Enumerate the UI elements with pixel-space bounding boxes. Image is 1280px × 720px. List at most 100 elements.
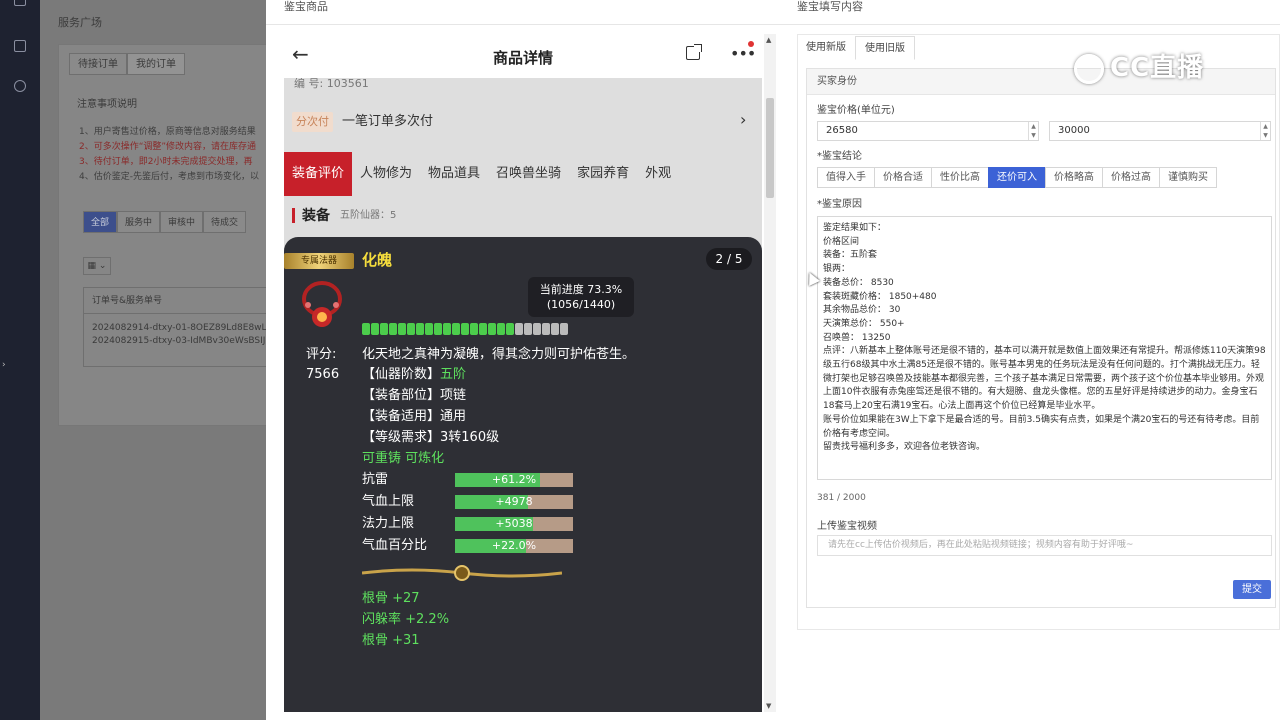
bg-page-title: 服务广场 bbox=[58, 16, 102, 29]
progress-segment bbox=[362, 323, 370, 335]
conclusion-option[interactable]: 值得入手 bbox=[817, 167, 875, 188]
stat-bar: +61.2% bbox=[455, 473, 573, 487]
bg-tab-my-orders[interactable]: 我的订单 bbox=[127, 53, 185, 75]
bg-notes: 1、用户寄售过价格，原商等信息对服务结果 2、可多次操作“调整”修改内容，请在库… bbox=[79, 125, 269, 185]
conclusion-option-selected[interactable]: 还价可入 bbox=[988, 167, 1046, 188]
tab-equipment[interactable]: 装备评价 bbox=[284, 152, 353, 196]
scroll-up-icon[interactable]: ▲ bbox=[766, 36, 771, 44]
tab-pets[interactable]: 召唤兽坐骑 bbox=[488, 152, 569, 196]
reason-line: 点评：八新基本上整体账号还是很不错的，基本可以满开就是数值上面效果还有常提升。帮… bbox=[823, 346, 1266, 412]
bg-order-card: 待接订单 我的订单 注意事项说明 1、用户寄售过价格，原商等信息对服务结果 2、… bbox=[58, 44, 273, 426]
item-type-badge: 专属法器 bbox=[284, 253, 354, 269]
appraisal-form: 买家身份 鉴宝价格(单位元) 26580 ▲ ▼ 30000 ▲ ▼ *鉴宝结论 值… bbox=[806, 68, 1276, 608]
bg-tab-pending[interactable]: 待接订单 bbox=[69, 53, 127, 75]
document-icon[interactable] bbox=[14, 40, 26, 52]
progress-label: 当前进度 73.3% bbox=[539, 283, 623, 296]
attr-label: 【仙器阶数】 bbox=[362, 367, 441, 382]
bg-tabs: 待接订单 我的订单 bbox=[69, 53, 185, 75]
collapse-arrow-icon[interactable]: › bbox=[2, 360, 6, 370]
table-row[interactable]: 2024082914-dtxy-01-8OEZ89Ld8E8wL bbox=[84, 322, 272, 335]
conclusion-option[interactable]: 谨慎购买 bbox=[1159, 167, 1217, 188]
tab-items[interactable]: 物品道具 bbox=[420, 152, 488, 196]
progress-segment bbox=[389, 323, 397, 335]
conclusion-option[interactable]: 价格合适 bbox=[874, 167, 932, 188]
payment-row[interactable]: 分次付 一笔订单多次付 › bbox=[284, 92, 762, 148]
attr-usage: 【装备适用】通用 bbox=[362, 407, 466, 426]
price-max-input[interactable]: 30000 ▲ ▼ bbox=[1049, 121, 1271, 141]
progress-segment bbox=[551, 323, 559, 335]
stat-value: +4978 bbox=[495, 495, 533, 508]
reason-line: 装备：五阶套 bbox=[823, 250, 878, 261]
user-icon[interactable] bbox=[14, 80, 26, 92]
recast-text: 可重铸 可炼化 bbox=[362, 451, 445, 466]
share-icon[interactable] bbox=[686, 44, 702, 60]
reason-line: 银两： bbox=[823, 264, 851, 275]
bg-filter-reviewing[interactable]: 审核中 bbox=[160, 211, 204, 233]
price-min-input[interactable]: 26580 ▲ ▼ bbox=[817, 121, 1039, 141]
progress-segment bbox=[371, 323, 379, 335]
attr-value: 3转160级 bbox=[440, 430, 500, 445]
stat-value: +61.2% bbox=[491, 473, 537, 486]
watermark-logo: CC直播 bbox=[1074, 50, 1244, 90]
bg-notes-title: 注意事项说明 bbox=[77, 99, 137, 110]
price-min-value: 26580 bbox=[826, 125, 858, 136]
stepper-icon[interactable]: ▲ ▼ bbox=[1260, 122, 1270, 140]
bg-filter-bar: 全部 服务中 审核中 待成交 bbox=[83, 211, 247, 233]
stat-name: 抗雷 bbox=[362, 472, 389, 487]
bg-filter-all[interactable]: 全部 bbox=[83, 211, 118, 233]
conclusion-label: *鉴宝结论 bbox=[817, 151, 862, 162]
bg-filter-in-service[interactable]: 服务中 bbox=[117, 211, 161, 233]
progress-segment bbox=[452, 323, 460, 335]
stat-row: 抗雷 +61.2% bbox=[362, 470, 582, 490]
home-icon[interactable] bbox=[14, 0, 26, 6]
item-description: 化天地之真神为凝魄，得其念力则可护佑苍生。 bbox=[362, 347, 636, 362]
progress-segment bbox=[470, 323, 478, 335]
page-indicator: 2 / 5 bbox=[706, 248, 752, 270]
bg-note: 4、估价鉴定-先鉴后付，考虑到市场变化，以 bbox=[79, 172, 259, 182]
progress-segment bbox=[443, 323, 451, 335]
stat-row: 气血上限 +4978 bbox=[362, 492, 582, 512]
tab-home[interactable]: 家园养育 bbox=[569, 152, 637, 196]
payment-text: 一笔订单多次付 bbox=[342, 114, 434, 129]
divider bbox=[782, 24, 1280, 25]
installment-badge: 分次付 bbox=[292, 112, 333, 132]
bg-filter-pending-deal[interactable]: 待成交 bbox=[203, 211, 247, 233]
progress-segment bbox=[533, 323, 541, 335]
conclusion-option[interactable]: 性价比高 bbox=[931, 167, 989, 188]
scroll-down-icon[interactable]: ▼ bbox=[766, 702, 771, 710]
item-tooltip-card: 专属法器 化魄 2 / 5 当前进度 73.3% (1056/1440) 评分:… bbox=[284, 237, 762, 712]
item-id: 编 号: 103561 bbox=[294, 77, 369, 90]
reason-line: 留贵找号福利多多，欢迎各位老铁咨询。 bbox=[823, 442, 986, 453]
reason-textarea[interactable]: 鉴定结果如下： 价格区间 装备：五阶套 银两： 装备总价： 8530 套装斑藏价… bbox=[817, 216, 1272, 480]
progress-detail: (1056/1440) bbox=[546, 298, 616, 311]
scroll-thumb[interactable] bbox=[766, 98, 774, 198]
ornament-divider-icon bbox=[362, 565, 562, 581]
bg-column-select[interactable]: ▦ ⌄ bbox=[83, 257, 111, 275]
tab-new-version[interactable]: 使用新版 bbox=[797, 36, 855, 60]
necklace-icon bbox=[302, 281, 342, 327]
scrollbar[interactable]: ▲ ▼ bbox=[764, 34, 776, 712]
progress-tooltip: 当前进度 73.3% (1056/1440) bbox=[528, 277, 634, 317]
table-row[interactable]: 2024082915-dtxy-03-IdMBv30eWsBSIJ bbox=[84, 335, 272, 348]
conclusion-option[interactable]: 价格略高 bbox=[1045, 167, 1103, 188]
section-accent-bar bbox=[292, 208, 295, 223]
conclusion-option[interactable]: 价格过高 bbox=[1102, 167, 1160, 188]
stat-bar: +22.0% bbox=[455, 539, 573, 553]
progress-segment bbox=[560, 323, 568, 335]
watermark-icon bbox=[1074, 54, 1104, 84]
stat-value: +5038 bbox=[495, 517, 533, 530]
stepper-icon[interactable]: ▲ ▼ bbox=[1028, 122, 1038, 140]
reason-line: 价格区间 bbox=[823, 236, 860, 247]
tab-old-version[interactable]: 使用旧版 bbox=[855, 36, 915, 60]
tab-character[interactable]: 人物修为 bbox=[352, 152, 420, 196]
left-nav-rail: › bbox=[0, 0, 40, 720]
tab-appearance[interactable]: 外观 bbox=[637, 152, 679, 196]
phone-header: ← 商品详情 ••• bbox=[284, 34, 762, 78]
divider bbox=[266, 24, 782, 25]
background-app: 服务广场 待接订单 我的订单 注意事项说明 1、用户寄售过价格，原商等信息对服务… bbox=[40, 0, 273, 720]
bg-note: 2、可多次操作“调整”修改内容，请在库存通 bbox=[79, 142, 257, 152]
video-link-input[interactable]: 请先在cc上传估价视频后，再在此处粘贴视频链接；视频内容有助于好评哦~ bbox=[817, 535, 1272, 556]
attr-slot: 【装备部位】项链 bbox=[362, 386, 466, 405]
submit-button[interactable]: 提交 bbox=[1233, 580, 1271, 599]
price-label: 鉴宝价格(单位元) bbox=[817, 105, 895, 116]
